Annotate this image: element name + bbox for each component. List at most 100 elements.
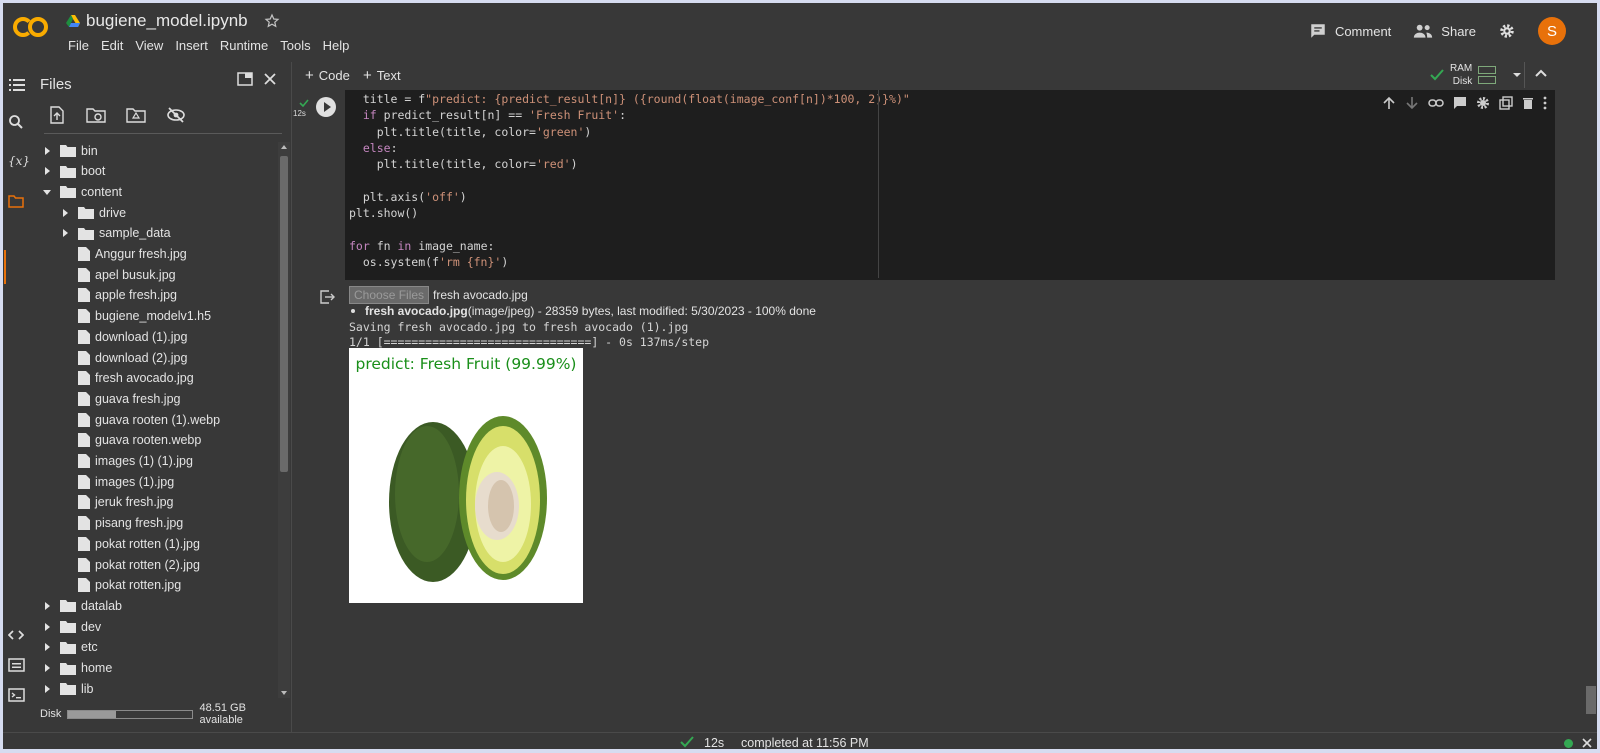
- close-icon[interactable]: [263, 72, 277, 86]
- file-row[interactable]: guava rooten (1).webp: [60, 409, 220, 430]
- folder-row[interactable]: home: [42, 658, 112, 679]
- file-row[interactable]: bugiene_modelv1.h5: [60, 306, 211, 327]
- chevron-right-icon[interactable]: [42, 166, 54, 176]
- file-row[interactable]: guava rooten.webp: [60, 430, 201, 451]
- chevron-right-icon[interactable]: [42, 601, 54, 611]
- cell-settings-icon[interactable]: [1476, 96, 1490, 110]
- chevron-right-icon[interactable]: [60, 208, 72, 218]
- main-scrollbar-thumb[interactable]: [1586, 686, 1596, 714]
- code-line[interactable]: plt.axis('off'): [349, 189, 879, 205]
- gear-icon[interactable]: [1498, 22, 1516, 40]
- mount-drive-icon[interactable]: [126, 106, 146, 124]
- folder-row[interactable]: sample_data: [60, 223, 171, 244]
- menu-edit[interactable]: Edit: [95, 38, 129, 53]
- chevron-right-icon[interactable]: [42, 622, 54, 632]
- output-actions-icon[interactable]: [320, 290, 336, 304]
- folder-row[interactable]: boot: [42, 161, 105, 182]
- folder-row[interactable]: bin: [42, 140, 98, 161]
- file-row[interactable]: images (1) (1).jpg: [60, 451, 193, 472]
- file-row[interactable]: fresh avocado.jpg: [60, 368, 194, 389]
- file-row[interactable]: images (1).jpg: [60, 471, 174, 492]
- menu-runtime[interactable]: Runtime: [214, 38, 274, 53]
- file-row[interactable]: guava fresh.jpg: [60, 388, 180, 409]
- choose-files-button[interactable]: Choose Files: [349, 286, 430, 304]
- code-line[interactable]: title = f"predict: {predict_result[n]} (…: [349, 91, 910, 107]
- collapse-header-icon[interactable]: [1535, 69, 1547, 77]
- scroll-up-arrow[interactable]: [281, 145, 287, 149]
- code-line[interactable]: for fn in image_name:: [349, 238, 879, 254]
- code-editor[interactable]: title = f"predict: {predict_result[n]} (…: [349, 90, 910, 278]
- file-row[interactable]: apple fresh.jpg: [60, 285, 177, 306]
- folder-row[interactable]: lib: [42, 678, 94, 699]
- menu-view[interactable]: View: [129, 38, 169, 53]
- add-code-button[interactable]: + Code: [305, 67, 350, 84]
- share-button[interactable]: Share: [1413, 23, 1476, 39]
- chevron-right-icon[interactable]: [42, 642, 54, 652]
- file-row[interactable]: download (1).jpg: [60, 326, 187, 347]
- code-line[interactable]: else:: [349, 140, 879, 156]
- file-tree-scrollbar[interactable]: [278, 142, 290, 698]
- code-snippets-icon[interactable]: [8, 628, 28, 648]
- code-line[interactable]: [349, 172, 879, 188]
- link-icon[interactable]: [1428, 96, 1444, 110]
- more-vert-icon[interactable]: [1543, 96, 1547, 110]
- code-line[interactable]: if predict_result[n] == 'Fresh Fruit':: [349, 107, 879, 123]
- command-palette-icon[interactable]: [8, 658, 28, 678]
- comment-button[interactable]: Comment: [1309, 22, 1391, 40]
- menu-tools[interactable]: Tools: [274, 38, 316, 53]
- comment-icon[interactable]: [1453, 96, 1467, 110]
- file-row[interactable]: download (2).jpg: [60, 347, 187, 368]
- terminal-icon[interactable]: [8, 688, 28, 708]
- upload-file-icon[interactable]: [48, 106, 66, 124]
- chevron-down-icon[interactable]: [42, 187, 54, 197]
- run-cell-button[interactable]: [316, 97, 336, 117]
- file-row[interactable]: Anggur fresh.jpg: [60, 244, 187, 265]
- code-cell[interactable]: 12s title = f"predict: {predict_result[n…: [293, 90, 1555, 280]
- add-text-button[interactable]: + Text: [363, 67, 401, 84]
- folder-row[interactable]: etc: [42, 637, 98, 658]
- variables-icon[interactable]: {x}: [8, 154, 30, 174]
- folder-row[interactable]: dev: [42, 616, 101, 637]
- file-row[interactable]: pisang fresh.jpg: [60, 513, 183, 534]
- close-icon[interactable]: [1582, 738, 1592, 748]
- code-line[interactable]: os.system(f'rm {fn}'): [349, 254, 879, 270]
- file-row[interactable]: apel busuk.jpg: [60, 264, 176, 285]
- star-icon[interactable]: [264, 13, 280, 29]
- code-line[interactable]: plt.show(): [349, 205, 879, 221]
- menu-insert[interactable]: Insert: [169, 38, 214, 53]
- move-down-icon[interactable]: [1405, 96, 1419, 110]
- open-in-tab-icon[interactable]: [237, 72, 253, 86]
- file-row[interactable]: pokat rotten (2).jpg: [60, 554, 200, 575]
- search-icon[interactable]: [8, 114, 28, 134]
- file-row[interactable]: jeruk fresh.jpg: [60, 492, 174, 513]
- folder-row[interactable]: datalab: [42, 595, 122, 616]
- chevron-down-icon[interactable]: [1512, 72, 1522, 78]
- resource-monitor[interactable]: RAM Disk: [1430, 62, 1522, 88]
- user-avatar[interactable]: S: [1538, 17, 1566, 45]
- delete-icon[interactable]: [1522, 96, 1534, 110]
- code-line[interactable]: plt.title(title, color='green'): [349, 124, 879, 140]
- mirror-cell-icon[interactable]: [1499, 96, 1513, 110]
- notebook-title[interactable]: bugiene_model.ipynb: [86, 11, 248, 31]
- menu-file[interactable]: File: [62, 38, 95, 53]
- colab-logo[interactable]: [13, 16, 49, 38]
- refresh-folder-icon[interactable]: [86, 106, 106, 124]
- code-line[interactable]: plt.title(title, color='red'): [349, 156, 879, 172]
- move-up-icon[interactable]: [1382, 96, 1396, 110]
- folder-row[interactable]: content: [42, 181, 122, 202]
- folder-icon[interactable]: [8, 194, 28, 214]
- chevron-right-icon[interactable]: [42, 684, 54, 694]
- chevron-right-icon[interactable]: [60, 228, 72, 238]
- file-row[interactable]: pokat rotten.jpg: [60, 575, 181, 596]
- file-row[interactable]: pokat rotten (1).jpg: [60, 533, 200, 554]
- chevron-right-icon[interactable]: [42, 663, 54, 673]
- chevron-right-icon[interactable]: [42, 146, 54, 156]
- code-line[interactable]: [349, 221, 879, 237]
- drive-icon[interactable]: [66, 15, 80, 27]
- menu-help[interactable]: Help: [317, 38, 356, 53]
- table-of-contents-icon[interactable]: [8, 76, 28, 96]
- scroll-down-arrow[interactable]: [281, 691, 287, 695]
- folder-row[interactable]: drive: [60, 202, 126, 223]
- scrollbar-thumb[interactable]: [280, 156, 288, 472]
- hide-files-icon[interactable]: [166, 106, 186, 124]
